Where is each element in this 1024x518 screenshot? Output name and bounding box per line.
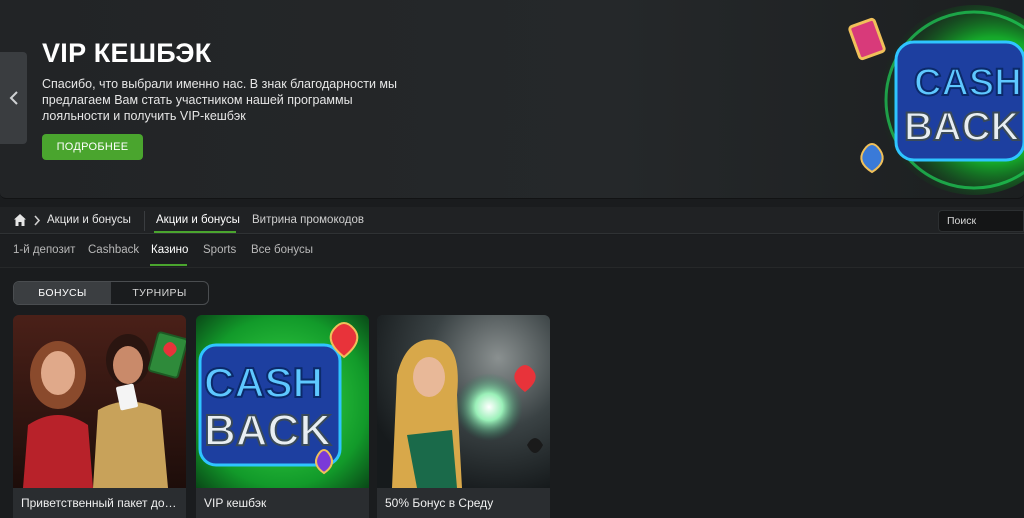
bonus-tournament-toggle: БОНУСЫ ТУРНИРЫ (13, 281, 209, 305)
banner-prev-button[interactable] (0, 52, 27, 144)
tab-promotions-bonuses[interactable]: Акции и бонусы (156, 214, 240, 226)
banner-title: VIP КЕШБЭК (42, 38, 212, 68)
promo-banner: VIP КЕШБЭК Спасибо, что выбрали именно н… (0, 0, 1024, 199)
card-image-welcome (13, 315, 186, 488)
subtab-casino[interactable]: Казино (151, 244, 188, 256)
card-title: VIP кешбэк (204, 496, 267, 510)
card-art-text-cash: CASH (204, 359, 323, 406)
bonus-card-welcome[interactable]: Приветственный пакет до… (13, 315, 186, 518)
subtab-cashback[interactable]: Cashback (88, 244, 139, 256)
banner-art-text-cash: CASH (914, 62, 1022, 104)
banner-art-text-back: BACK (904, 105, 1020, 149)
category-tabs: 1-й депозит Cashback Казино Sports Все б… (0, 235, 1024, 268)
bonus-card-vip-cashback[interactable]: CASH BACK VIP кешбэк (196, 315, 369, 518)
toggle-tournaments[interactable]: ТУРНИРЫ (111, 282, 208, 304)
chevron-left-icon (9, 91, 18, 105)
subtab-all-bonuses[interactable]: Все бонусы (251, 244, 313, 256)
card-image-wednesday (377, 315, 550, 488)
bonus-card-wednesday[interactable]: 50% Бонус в Среду (377, 315, 550, 518)
chevron-right-icon (34, 215, 41, 226)
card-title: 50% Бонус в Среду (385, 496, 494, 510)
cashback-banner-illustration: CASH BACK (848, 5, 1024, 195)
card-title: Приветственный пакет до… (21, 496, 177, 510)
nav-divider (144, 211, 145, 231)
top-navigation: Акции и бонусы Акции и бонусы Витрина пр… (0, 207, 1024, 234)
toggle-bonuses[interactable]: БОНУСЫ (14, 282, 111, 304)
card-art-text-back: BACK (204, 406, 331, 455)
card-image-vip-cashback: CASH BACK (196, 315, 369, 488)
home-icon[interactable] (13, 213, 27, 227)
active-tab-indicator (154, 231, 236, 233)
subtab-first-deposit[interactable]: 1-й депозит (13, 244, 75, 256)
search-input[interactable] (938, 210, 1024, 232)
active-subtab-indicator (150, 264, 187, 266)
breadcrumb-current[interactable]: Акции и бонусы (47, 214, 131, 226)
subtab-sports[interactable]: Sports (203, 244, 236, 256)
banner-description: Спасибо, что выбрали именно нас. В знак … (42, 77, 398, 123)
tab-promo-codes[interactable]: Витрина промокодов (252, 214, 364, 226)
more-details-button[interactable]: ПОДРОБНЕЕ (42, 134, 143, 160)
